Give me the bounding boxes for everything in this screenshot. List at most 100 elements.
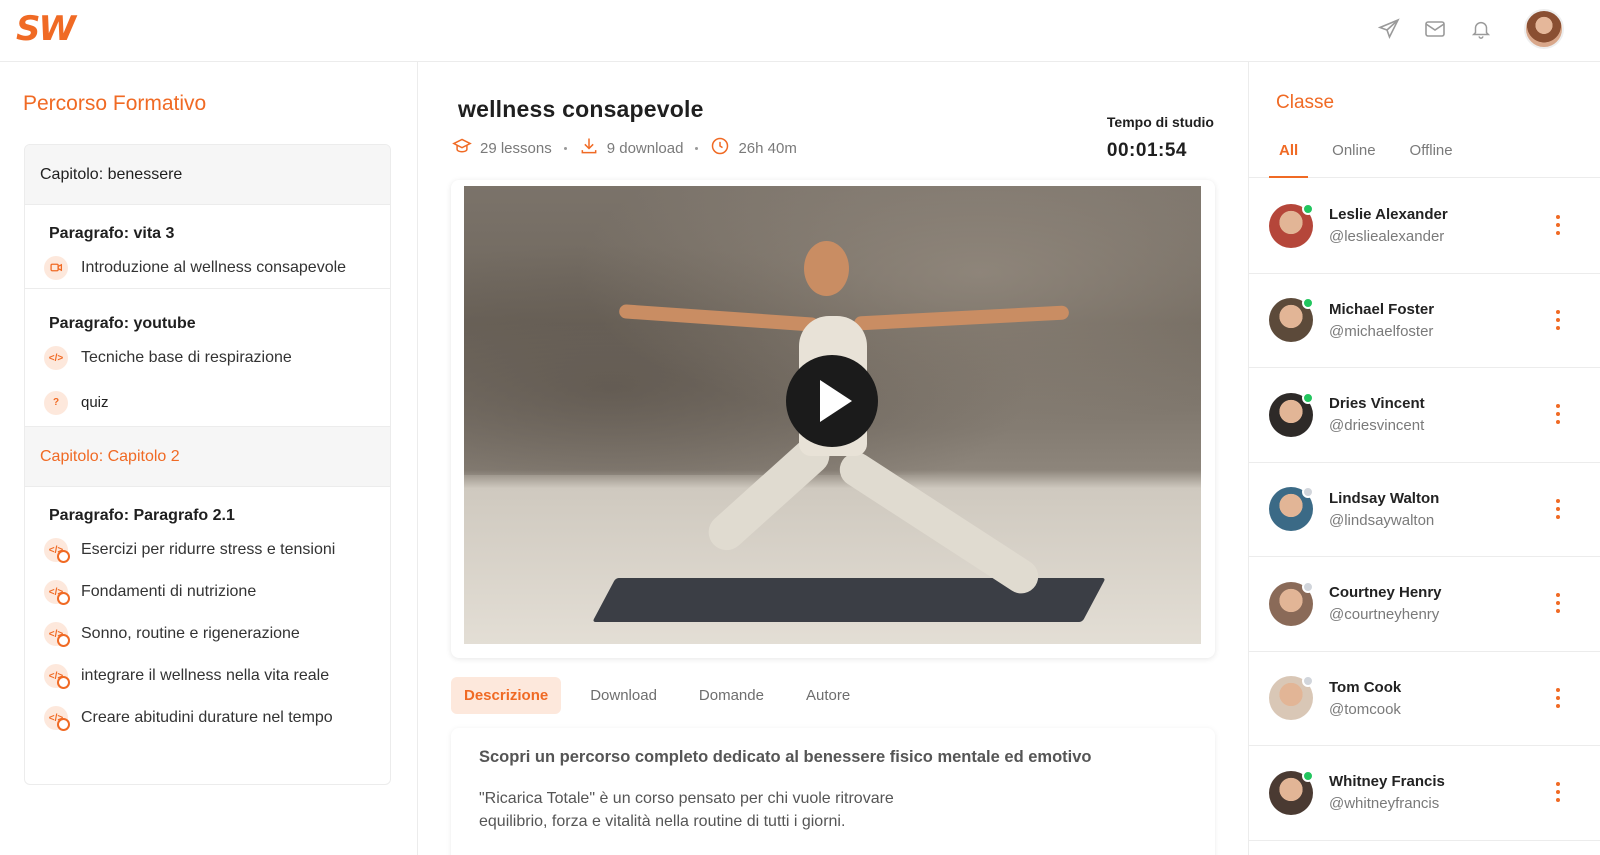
- video-icon: [44, 255, 68, 280]
- mail-icon[interactable]: [1422, 16, 1448, 42]
- tab-all[interactable]: All: [1269, 134, 1309, 178]
- member-info: Dries Vincent @driesvincent: [1329, 395, 1425, 434]
- downloads-count: 9 download: [606, 139, 684, 157]
- member-info: Leslie Alexander @lesliealexander: [1329, 206, 1448, 245]
- lesson-label: Esercizi per ridurre stress e tensioni: [81, 541, 336, 558]
- chapter-benessere[interactable]: Capitolo: benessere: [25, 145, 390, 205]
- avatar: [1269, 486, 1314, 532]
- study-time-label: Tempo di studio: [1106, 114, 1214, 130]
- bell-icon[interactable]: [1468, 16, 1494, 42]
- lesson-item[interactable]: ? quiz: [25, 379, 390, 427]
- lesson-item[interactable]: </> Tecniche base di respirazione: [25, 337, 390, 379]
- avatar: [1269, 391, 1314, 437]
- more-options-icon[interactable]: [1555, 215, 1561, 235]
- code-locked-icon: </>: [44, 622, 70, 647]
- status-indicator: [1302, 486, 1314, 499]
- member-row[interactable]: Tom Cook @tomcook: [1249, 652, 1600, 746]
- lesson-item[interactable]: </> Sonno, routine e rigenerazione: [25, 613, 390, 655]
- separator-dot: [563, 146, 567, 150]
- member-row[interactable]: Michael Foster @michaelfoster: [1249, 274, 1600, 368]
- avatar: [1269, 675, 1314, 721]
- more-options-icon[interactable]: [1555, 687, 1561, 708]
- more-options-icon[interactable]: [1555, 593, 1561, 613]
- status-indicator: [1302, 580, 1314, 593]
- send-icon[interactable]: [1376, 16, 1402, 42]
- status-indicator: [1302, 675, 1314, 688]
- avatar: [1269, 580, 1314, 626]
- more-options-icon[interactable]: [1555, 782, 1561, 802]
- status-indicator: [1302, 202, 1314, 215]
- app-logo[interactable]: SW: [16, 9, 76, 49]
- clock-icon: [710, 136, 730, 160]
- member-name: Tom Cook: [1329, 678, 1402, 696]
- member-handle: @courtneyhenry: [1329, 606, 1440, 624]
- more-options-icon[interactable]: [1555, 309, 1561, 330]
- top-actions: [1376, 9, 1564, 49]
- avatar: [1269, 769, 1314, 815]
- lesson-label: quiz: [81, 394, 109, 411]
- member-handle: @lindsaywalton: [1329, 511, 1435, 529]
- user-avatar[interactable]: [1524, 9, 1564, 49]
- lesson-item[interactable]: </> Fondamenti di nutrizione: [25, 571, 390, 613]
- avatar: [1269, 202, 1314, 248]
- more-options-icon[interactable]: [1555, 498, 1561, 519]
- member-handle: @michaelfoster: [1329, 322, 1434, 340]
- download-icon: [579, 136, 599, 160]
- description-panel: Scopri un percorso completo dedicato al …: [451, 728, 1215, 855]
- avatar: [1269, 297, 1314, 343]
- content-tabs: Descrizione Download Domande Autore: [451, 677, 871, 714]
- member-handle: @lesliealexander: [1329, 228, 1445, 246]
- course-sidebar: Percorso Formativo Capitolo: benessere P…: [0, 62, 418, 855]
- member-handle: @tomcook: [1329, 700, 1401, 718]
- more-options-icon[interactable]: [1555, 404, 1561, 424]
- lesson-label: Sonno, routine e rigenerazione: [81, 625, 300, 642]
- member-row[interactable]: Dries Vincent @driesvincent: [1249, 368, 1600, 463]
- status-indicator: [1302, 769, 1314, 782]
- lesson-item[interactable]: Introduzione al wellness consapevole: [25, 247, 390, 289]
- course-title: wellness consapevole: [458, 96, 704, 122]
- member-row[interactable]: Courtney Henry @courtneyhenry: [1249, 557, 1600, 652]
- member-name: Lindsay Walton: [1329, 489, 1440, 507]
- sidebar-title: Percorso Formativo: [23, 92, 207, 115]
- separator-dot: [695, 146, 699, 150]
- member-row[interactable]: Lindsay Walton @lindsaywalton: [1249, 463, 1600, 557]
- video-player[interactable]: [464, 186, 1201, 644]
- code-locked-icon: </>: [44, 538, 70, 563]
- member-name: Leslie Alexander: [1329, 206, 1448, 224]
- lesson-item[interactable]: </> Creare abitudini durature nel tempo: [25, 697, 390, 739]
- member-row[interactable]: Whitney Francis @whitneyfrancis: [1249, 746, 1600, 841]
- class-filter-tabs: All Online Offline: [1249, 134, 1600, 178]
- course-meta: 29 lessons 9 download 26h 40m: [452, 136, 797, 160]
- lesson-label: integrare il wellness nella vita reale: [81, 667, 330, 684]
- code-icon: </>: [44, 346, 68, 370]
- tab-autore[interactable]: Autore: [793, 677, 863, 714]
- status-indicator: [1302, 297, 1314, 310]
- course-duration: 26h 40m: [738, 139, 797, 157]
- status-indicator: [1302, 391, 1314, 404]
- member-info: Lindsay Walton @lindsaywalton: [1329, 490, 1439, 529]
- code-locked-icon: </>: [44, 706, 70, 731]
- class-title: Classe: [1276, 92, 1335, 113]
- member-name: Dries Vincent: [1329, 395, 1425, 413]
- graduation-cap-icon: [452, 137, 472, 159]
- video-card: [451, 180, 1215, 658]
- member-info: Tom Cook @tomcook: [1329, 679, 1401, 718]
- member-handle: @whitneyfrancis: [1329, 795, 1440, 813]
- lesson-item[interactable]: </> Esercizi per ridurre stress e tensio…: [25, 529, 390, 571]
- play-button[interactable]: [786, 355, 878, 447]
- tab-offline[interactable]: Offline: [1400, 134, 1463, 178]
- member-row[interactable]: Leslie Alexander @lesliealexander: [1249, 179, 1600, 274]
- lesson-item[interactable]: </> integrare il wellness nella vita rea…: [25, 655, 390, 697]
- paragraph-vita-3: Paragrafo: vita 3: [49, 225, 175, 242]
- member-info: Courtney Henry @courtneyhenry: [1329, 584, 1442, 623]
- study-timer: Tempo di studio 00:01:54: [1107, 114, 1214, 162]
- tab-download[interactable]: Download: [577, 677, 670, 714]
- code-locked-icon: </>: [44, 664, 70, 689]
- tab-domande[interactable]: Domande: [686, 677, 777, 714]
- paragraph-2-1: Paragrafo: Paragrafo 2.1: [49, 507, 235, 524]
- description-body: "Ricarica Totale" è un corso pensato per…: [479, 790, 894, 830]
- tab-online[interactable]: Online: [1322, 134, 1385, 178]
- chapter-capitolo-2[interactable]: Capitolo: Capitolo 2: [25, 427, 390, 487]
- member-handle: @driesvincent: [1329, 417, 1425, 435]
- tab-descrizione[interactable]: Descrizione: [451, 677, 562, 714]
